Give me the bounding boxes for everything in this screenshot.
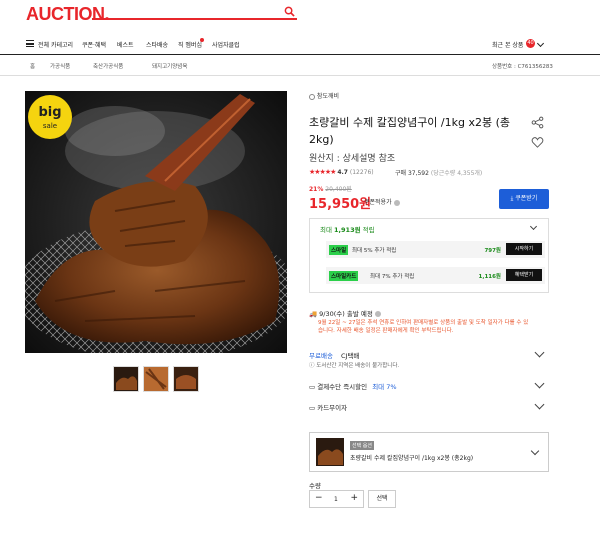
smile-points-row: 스마일 최대 5% 추가 적립 797원 시작하기 xyxy=(326,241,545,258)
origin-info: 원산지 : 상세설명 참조 xyxy=(309,154,396,164)
original-price-row: 21% 20,400원 xyxy=(309,184,352,193)
search-icon[interactable] xyxy=(284,6,295,17)
coupon-applied-text: 쿠폰적용가 xyxy=(364,199,392,206)
payment-discount-max: 최대 7% xyxy=(372,383,397,391)
quantity-value[interactable]: 1 xyxy=(334,496,338,503)
breadcrumb-home[interactable]: 홈 xyxy=(30,62,35,70)
breadcrumb: 홈 가공식품 축산가공식품 돼지고기양념육 상품번호 : C761356283 xyxy=(0,56,600,76)
smile-tag: 스마일 xyxy=(329,245,349,255)
nav-recent[interactable]: 최근 본 상품 xyxy=(492,40,523,49)
nav-business-club[interactable]: 사업자클럽 xyxy=(212,40,240,49)
minus-icon[interactable]: − xyxy=(315,493,323,503)
smile-card-benefit-button[interactable]: 혜택받기 xyxy=(506,269,542,281)
card-icon: ▭ xyxy=(309,383,318,391)
rating-score: 4.7 xyxy=(337,169,348,176)
purchase-note: (당근수량 4,355개) xyxy=(430,170,483,177)
select-button[interactable]: 선택 xyxy=(368,490,396,508)
points-header-prefix: 최대 xyxy=(320,226,335,234)
nav-best[interactable]: 베스트 xyxy=(117,40,134,49)
product-title: 초량갈비 수제 칼집양념구이 /1kg x2봉 (총2kg) xyxy=(309,116,511,146)
sale-price: 15,950원 xyxy=(309,197,372,212)
top-header: AUCTION. xyxy=(0,0,600,33)
smile-points-amount: 797원 xyxy=(484,248,501,254)
card-interest-label: 카드무이자 xyxy=(317,404,348,412)
smile-card-text: 최대 7% 추가 적립 xyxy=(370,274,415,280)
share-icon[interactable] xyxy=(531,116,544,129)
carrier-name: CJ택배 xyxy=(341,352,360,360)
shipping-date: 🚚 9/30(수) 출발 예정 xyxy=(309,308,381,318)
store-name[interactable]: 참도깨비 xyxy=(317,93,339,100)
purchase-count-text: 구매 37,592 xyxy=(395,170,429,177)
purchase-count: 구매 37,592 (당근수량 4,355개) xyxy=(395,168,482,177)
product-number: 상품번호 : C761356283 xyxy=(492,64,553,70)
smile-card-row: 스마일카드 최대 7% 추가 적립 1,116원 혜택받기 xyxy=(326,267,545,284)
smile-start-button[interactable]: 시작하기 xyxy=(506,243,542,255)
card-icon: ▭ xyxy=(309,404,318,412)
discount-rate: 21% xyxy=(309,186,324,193)
quantity-stepper[interactable]: − 1 + xyxy=(309,490,364,508)
option-name: 초량갈비 수제 칼집양념구이 /1kg x2봉 (총2kg) xyxy=(350,455,474,462)
chevron-down-icon[interactable] xyxy=(530,446,540,456)
smile-card-amount: 1,116원 xyxy=(478,274,501,280)
option-select[interactable]: 선택 옵션 초량갈비 수제 칼집양념구이 /1kg x2봉 (총2kg) xyxy=(309,432,549,472)
coupon-button-label: 쿠폰받기 xyxy=(515,195,538,202)
points-box: 최대 1,913원 적립 스마일 최대 5% 추가 적립 797원 시작하기 스… xyxy=(309,218,549,293)
main-nav: 전체 카테고리 쿠폰·혜택 베스트 스타배송 직 멤버십 사업자클럽 최근 본 … xyxy=(0,33,600,55)
breadcrumb-item-3[interactable]: 돼지고기양념육 xyxy=(152,62,187,70)
review-count[interactable]: (12276) xyxy=(350,169,374,176)
nav-all-category[interactable]: 전체 카테고리 xyxy=(38,40,73,49)
chevron-down-icon[interactable] xyxy=(534,378,545,389)
points-max-amount: 1,913원 xyxy=(334,226,361,234)
quantity-label: 수량 xyxy=(309,482,321,490)
card-interest-row[interactable]: ▭ 카드무이자 xyxy=(309,402,347,412)
breadcrumb-item-2[interactable]: 축산가공식품 xyxy=(93,62,123,70)
payment-discount-row[interactable]: ▭ 결제수단 즉시할인 최대 7% xyxy=(309,381,397,391)
payment-discount-label: 결제수단 즉시할인 xyxy=(317,383,368,391)
recent-count-badge: 40 xyxy=(526,39,535,48)
smile-card-tag: 스마일카드 xyxy=(329,271,359,281)
image-badge-big: big xyxy=(38,105,61,120)
thumbnail-1[interactable] xyxy=(113,366,139,392)
breadcrumb-item-1[interactable]: 가공식품 xyxy=(50,62,70,70)
original-price: 20,400원 xyxy=(325,186,352,193)
product-main-image[interactable]: big sale xyxy=(25,91,287,353)
chevron-down-icon[interactable] xyxy=(534,347,545,358)
shipping-date-text: 9/30(수) 출발 예정 xyxy=(319,310,373,318)
truck-icon: 🚚 xyxy=(309,310,318,318)
coupon-download-button[interactable]: ⤓ 쿠폰받기 xyxy=(499,189,549,209)
thumbnail-3[interactable] xyxy=(173,366,199,392)
chevron-down-icon[interactable] xyxy=(529,222,538,231)
new-badge xyxy=(200,38,204,42)
nav-membership[interactable]: 직 멤버십 xyxy=(178,40,202,49)
store-link[interactable]: 참도깨비 xyxy=(309,91,339,100)
delivery-row[interactable]: 무료배송 CJ택배 xyxy=(309,350,359,360)
image-badge-sale: sale xyxy=(43,122,57,130)
store-icon xyxy=(309,93,315,100)
heart-icon[interactable] xyxy=(531,136,544,149)
chevron-down-icon[interactable] xyxy=(534,399,545,410)
info-icon[interactable] xyxy=(374,311,381,317)
chevron-down-icon[interactable] xyxy=(536,39,545,48)
rating-row[interactable]: ★★★★★ 4.7 (12276) xyxy=(309,168,374,176)
island-notice-text: 도서산간 지역은 배송이 불가합니다. xyxy=(316,363,400,369)
free-shipping-label: 무료배송 xyxy=(309,352,333,360)
thumbnail-2[interactable] xyxy=(143,366,169,392)
search-input[interactable] xyxy=(92,6,297,20)
option-thumbnail xyxy=(316,438,344,466)
nav-star-delivery[interactable]: 스타배송 xyxy=(146,40,168,49)
rating-stars: ★★★★★ xyxy=(309,168,336,176)
points-header[interactable]: 최대 1,913원 적립 xyxy=(320,224,375,234)
island-notice: ⓘ 도서산간 지역은 배송이 불가합니다. xyxy=(309,361,399,369)
option-tag: 선택 옵션 xyxy=(350,441,374,450)
smile-points-text: 최대 5% 추가 적립 xyxy=(352,248,397,254)
points-header-suffix: 적립 xyxy=(360,226,375,234)
nav-coupon[interactable]: 쿠폰·혜택 xyxy=(82,40,106,49)
menu-icon[interactable] xyxy=(26,40,34,47)
info-icon[interactable] xyxy=(393,199,400,206)
plus-icon[interactable]: + xyxy=(350,493,358,503)
holiday-notice: 9월 22일 ~ 27일은 추석 연휴로 인하여 판매자별로 상품의 출발 및 … xyxy=(318,320,529,334)
coupon-applied-label: 쿠폰적용가 xyxy=(364,197,400,206)
